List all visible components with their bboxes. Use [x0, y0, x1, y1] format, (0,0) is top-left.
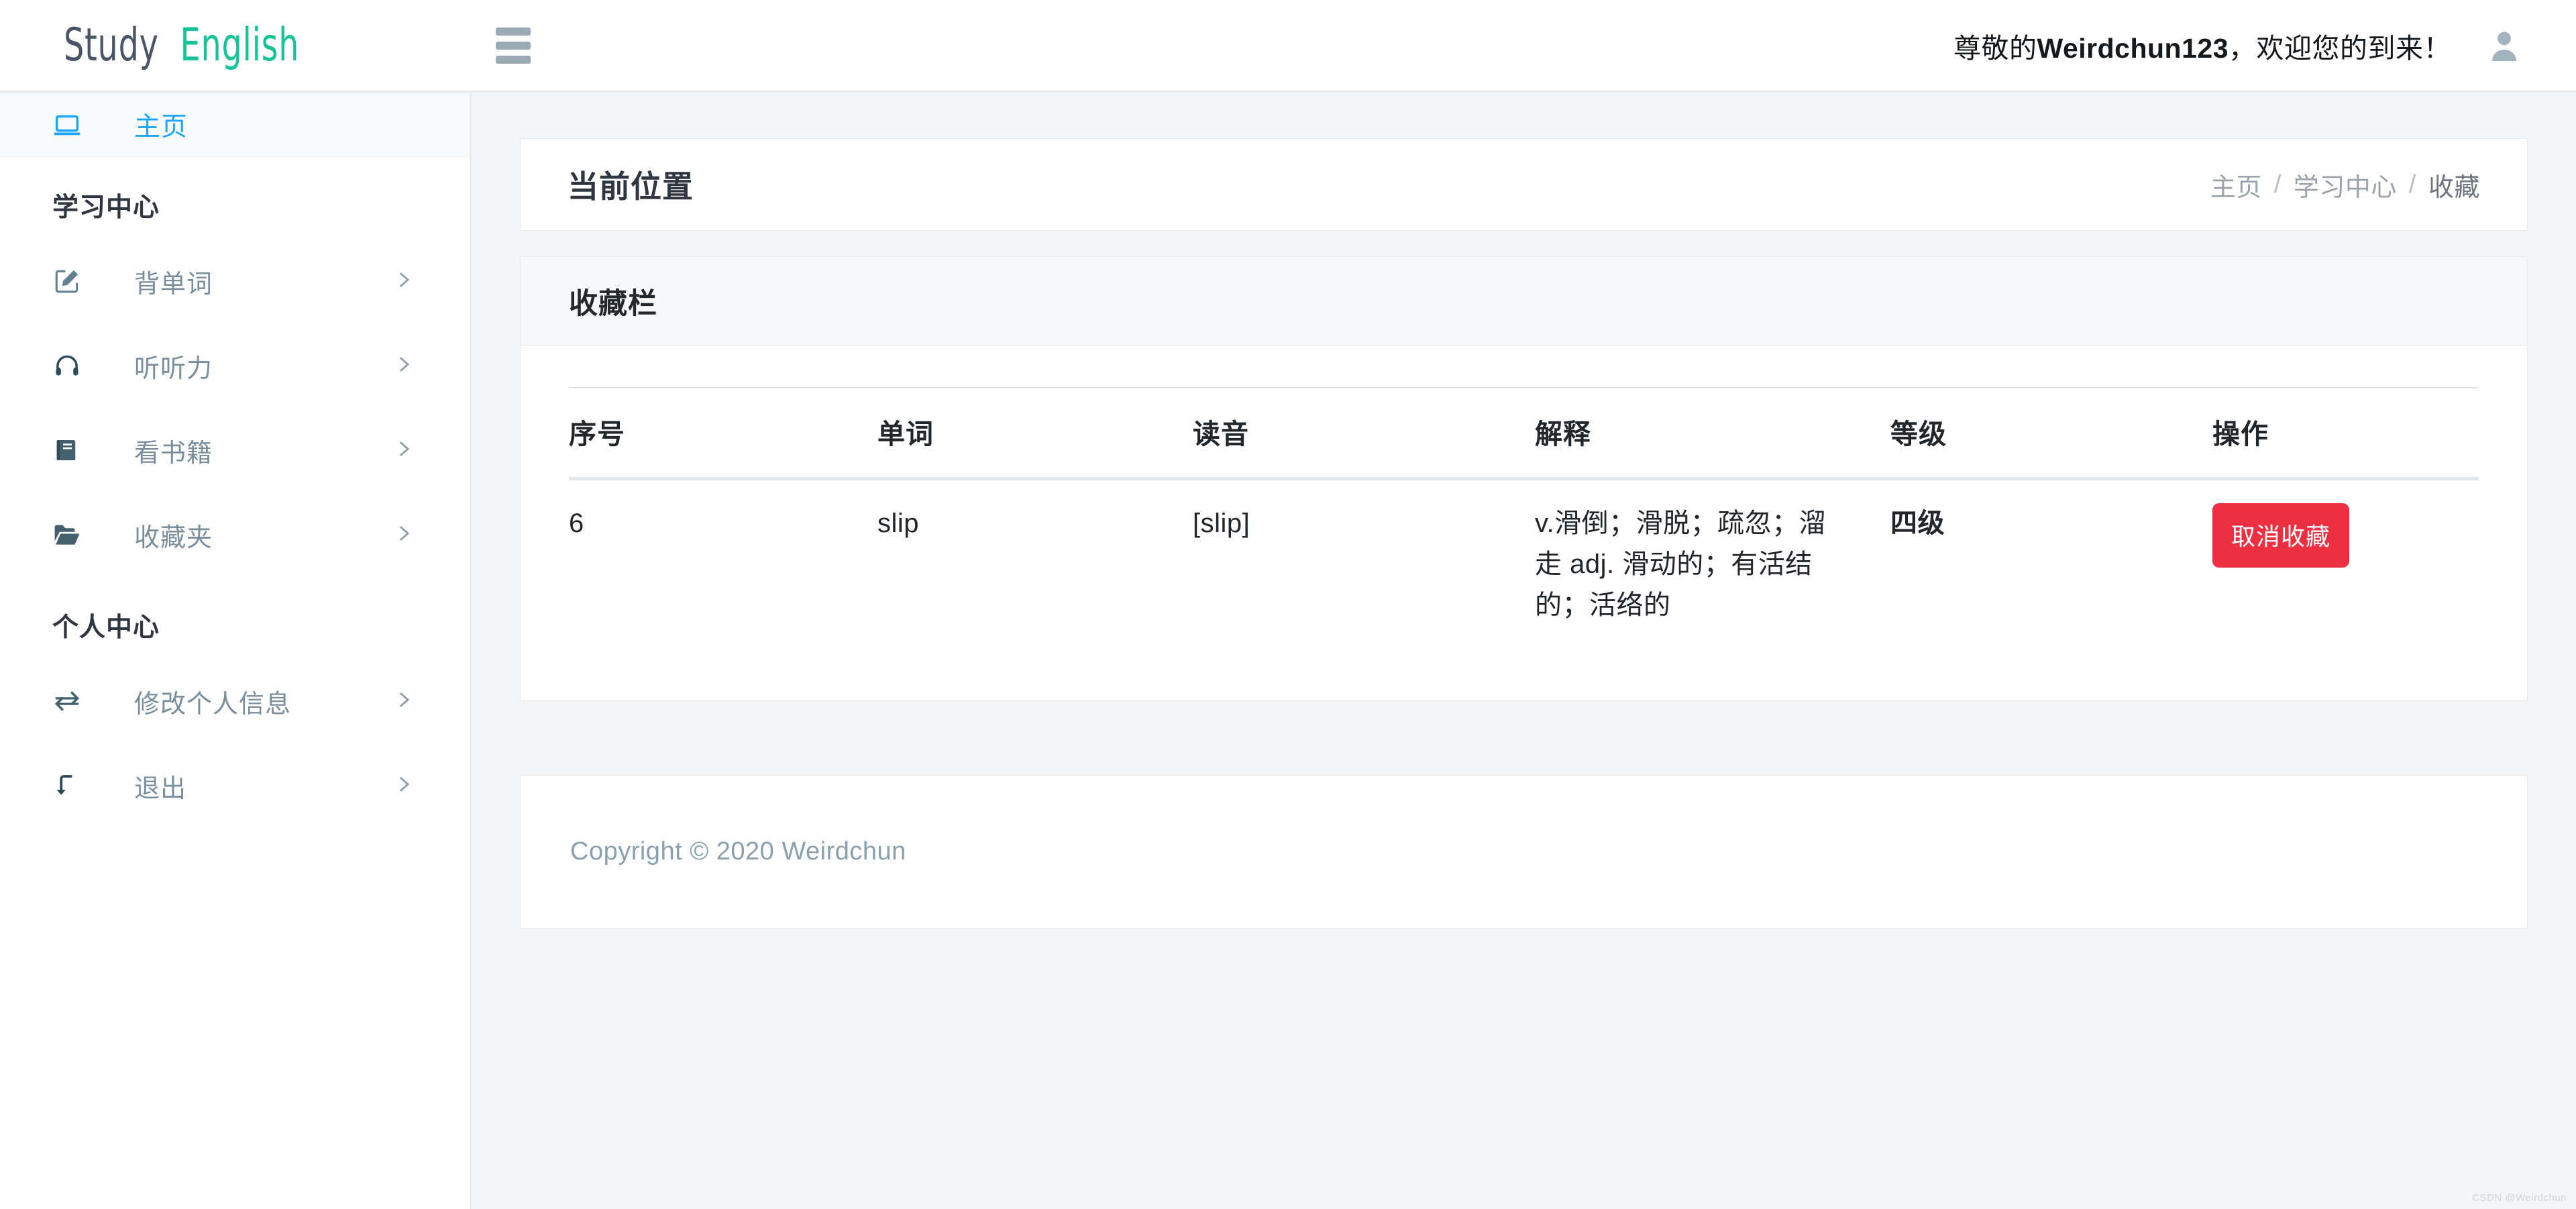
cell-no: 6	[569, 479, 877, 653]
cell-phonetic: [slip]	[1193, 479, 1535, 653]
sidebar-item-edit-profile-label: 修改个人信息	[134, 683, 291, 720]
chevron-right-icon	[392, 437, 415, 464]
breadcrumb-separator: /	[2274, 170, 2282, 199]
header-right-group: 尊敬的Weirdchun123，欢迎您的到来！	[1953, 25, 2576, 66]
favorites-table: 序号 单词 读音 解释 等级 操作 6 slip [slip] v.滑倒；滑脱；…	[569, 387, 2479, 652]
table-header-row: 序号 单词 读音 解释 等级 操作	[569, 388, 2479, 479]
footer-panel: Copyright © 2020 Weirdchun	[520, 775, 2528, 929]
column-header-no: 序号	[569, 388, 877, 479]
favorites-card-body: 序号 单词 读音 解释 等级 操作 6 slip [slip] v.滑倒；滑脱；…	[521, 346, 2527, 700]
breadcrumb-item-study-center[interactable]: 学习中心	[2294, 166, 2397, 203]
brand-study-word: Study	[64, 19, 159, 72]
cell-level: 四级	[1890, 479, 2212, 653]
greeting-username: Weirdchun123	[2037, 33, 2229, 64]
brand-logo[interactable]: Study English	[0, 0, 472, 92]
cell-action: 取消收藏	[2212, 479, 2479, 653]
sidebar-item-home-label: 主页	[134, 106, 188, 144]
main-content: 当前位置 主页 / 学习中心 / 收藏 收藏栏 序号 单词 读音 解释 等级	[472, 93, 2576, 1209]
top-header: Study English 尊敬的Weirdchun123，欢迎您的到来！	[0, 0, 2576, 93]
chevron-right-icon	[392, 522, 415, 548]
watermark: CSDN @Weirdchun	[2472, 1192, 2567, 1204]
headphone-icon	[0, 351, 134, 380]
cell-word: slip	[877, 479, 1193, 653]
chevron-right-icon	[392, 688, 415, 715]
column-header-level: 等级	[1890, 388, 2212, 479]
brand-english-word: English	[180, 19, 300, 72]
chevron-right-icon	[392, 353, 415, 379]
sidebar-item-memorize-words[interactable]: 背单词	[0, 239, 470, 323]
cell-definition: v.滑倒；滑脱；疏忽；溜走 adj. 滑动的；有活结的；活络的	[1535, 479, 1890, 653]
sidebar-item-favorites[interactable]: 收藏夹	[0, 492, 470, 577]
sidebar-item-memorize-words-label: 背单词	[134, 263, 213, 300]
favorites-card: 收藏栏 序号 单词 读音 解释 等级 操作 6 sli	[520, 256, 2528, 701]
chevron-right-icon	[392, 268, 415, 295]
favorites-card-header: 收藏栏	[521, 257, 2527, 346]
copyright-text: Copyright © 2020 Weirdchun	[570, 837, 906, 866]
hamburger-icon[interactable]	[496, 22, 543, 69]
breadcrumb-separator: /	[2409, 170, 2416, 199]
breadcrumb-item-current: 收藏	[2428, 166, 2480, 203]
sidebar-item-listening-label: 听听力	[134, 348, 213, 384]
remove-favorite-button[interactable]: 取消收藏	[2212, 503, 2349, 568]
column-header-phonetic: 读音	[1193, 388, 1535, 479]
greeting-prefix: 尊敬的	[1953, 33, 2037, 64]
favorites-card-title: 收藏栏	[569, 280, 657, 322]
breadcrumb-item-home[interactable]: 主页	[2210, 166, 2262, 203]
hamburger-bar	[496, 56, 531, 64]
sidebar-item-edit-profile[interactable]: 修改个人信息	[0, 659, 470, 743]
book-icon	[0, 436, 134, 464]
laptop-icon	[0, 109, 134, 140]
column-header-action: 操作	[2212, 388, 2479, 479]
breadcrumb-panel: 当前位置 主页 / 学习中心 / 收藏	[520, 138, 2528, 231]
chevron-right-icon	[392, 773, 415, 799]
logout-arrow-icon	[0, 771, 134, 800]
hamburger-bar	[496, 42, 531, 50]
table-body: 6 slip [slip] v.滑倒；滑脱；疏忽；溜走 adj. 滑动的；有活结…	[569, 479, 2479, 653]
column-header-definition: 解释	[1535, 388, 1890, 479]
sidebar: 主页 学习中心 背单词 听听力	[0, 93, 472, 1209]
sidebar-item-logout-label: 退出	[134, 768, 186, 804]
greeting-suffix: ，欢迎您的到来！	[2229, 33, 2451, 64]
column-header-word: 单词	[877, 388, 1193, 479]
table-row: 6 slip [slip] v.滑倒；滑脱；疏忽；溜走 adj. 滑动的；有活结…	[569, 479, 2479, 653]
brand-text: Study English	[64, 19, 299, 72]
sidebar-section-study-title: 学习中心	[0, 157, 470, 239]
sidebar-item-logout[interactable]: 退出	[0, 743, 470, 828]
hamburger-bar	[496, 28, 531, 36]
sidebar-item-home[interactable]: 主页	[0, 93, 470, 157]
breadcrumb: 主页 / 学习中心 / 收藏	[2210, 166, 2480, 203]
page-title: 当前位置	[568, 162, 694, 207]
sidebar-item-listening[interactable]: 听听力	[0, 323, 470, 408]
exchange-arrows-icon	[0, 686, 134, 717]
folder-open-icon	[0, 519, 134, 550]
welcome-greeting: 尊敬的Weirdchun123，欢迎您的到来！	[1953, 25, 2451, 66]
sidebar-item-books[interactable]: 看书籍	[0, 408, 470, 492]
edit-pencil-icon	[0, 266, 134, 296]
sidebar-item-books-label: 看书籍	[134, 432, 213, 469]
user-avatar-icon[interactable]	[2485, 26, 2524, 65]
sidebar-section-personal-title: 个人中心	[0, 577, 470, 659]
table-header: 序号 单词 读音 解释 等级 操作	[569, 388, 2479, 479]
sidebar-item-favorites-label: 收藏夹	[134, 517, 213, 554]
